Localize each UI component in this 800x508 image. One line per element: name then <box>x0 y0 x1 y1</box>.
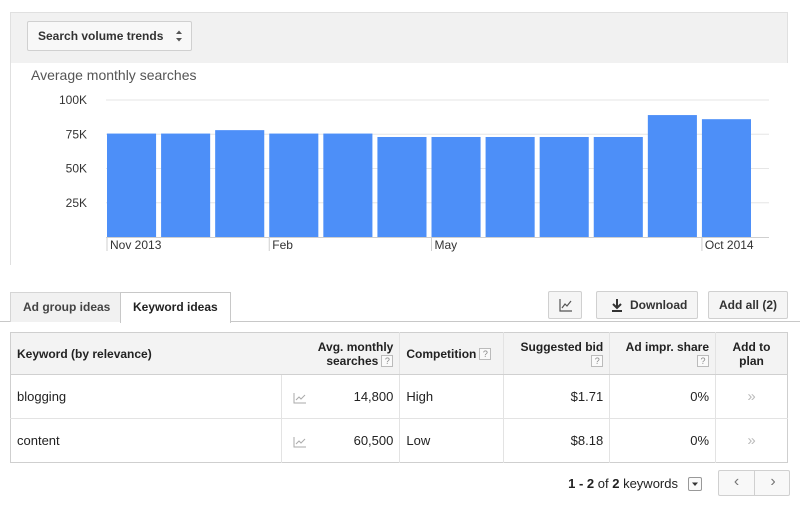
add-to-plan-button[interactable]: » <box>715 418 788 463</box>
chart-bar[interactable] <box>107 133 157 237</box>
tab-ad-group-ideas[interactable]: Ad group ideas <box>10 292 124 322</box>
chart-bar[interactable] <box>323 133 373 237</box>
trend-type-label: Search volume trends <box>38 29 164 43</box>
trend-sparkline-icon[interactable] <box>281 418 318 463</box>
keyword-table: Keyword (by relevance) Avg. monthly sear… <box>10 332 788 463</box>
chart-bar[interactable] <box>539 136 589 237</box>
table-row: content 60,500 Low $8.18 0% » <box>11 418 788 463</box>
trend-type-dropdown[interactable]: Search volume trends <box>27 21 193 51</box>
pagination-nav: ‹ › <box>718 470 790 496</box>
double-chevron-right-icon: » <box>747 432 756 449</box>
trends-panel: Search volume trends Average monthly sea… <box>10 12 789 266</box>
y-tick-label: 50K <box>66 162 87 176</box>
chart-canvas: 25K 50K 75K 100K Nov 2013 Feb May Oct 2014 <box>59 93 769 252</box>
tab-label: Ad group ideas <box>23 300 111 314</box>
download-icon <box>612 299 622 312</box>
x-tick-label: May <box>435 238 458 252</box>
avg-header-line1: Avg. monthly <box>317 339 394 354</box>
double-chevron-right-icon: » <box>747 388 756 405</box>
chart-bar[interactable] <box>269 133 319 237</box>
help-icon[interactable]: ? <box>697 355 710 368</box>
caret-down-icon <box>692 482 698 486</box>
add-all-button[interactable]: Add all (2) <box>708 291 788 319</box>
table-header-row: Keyword (by relevance) Avg. monthly sear… <box>10 332 788 375</box>
chevron-right-icon: › <box>770 473 776 490</box>
chart-bar[interactable] <box>647 115 697 237</box>
add-all-label: Add all (2) <box>718 298 777 312</box>
col-header-suggested-bid[interactable]: Suggested bid ? <box>503 332 610 375</box>
chart-bar[interactable] <box>431 136 481 237</box>
y-tick-label: 75K <box>66 127 87 141</box>
col-header-avg-monthly-searches[interactable]: Avg. monthly searches? <box>281 332 400 375</box>
next-page-button[interactable]: › <box>755 471 791 495</box>
col-header-ad-impr-share[interactable]: Ad impr. share ? <box>609 332 716 375</box>
x-tick-label: Feb <box>272 238 293 252</box>
help-icon[interactable]: ? <box>591 355 604 368</box>
chart-bar[interactable] <box>701 119 751 237</box>
x-tick-label: Nov 2013 <box>110 238 162 252</box>
pagination-summary: 1 - 2 of 2 keywords <box>568 476 678 491</box>
avg-searches-cell: 14,800 <box>317 374 400 419</box>
chart-bar[interactable] <box>215 130 265 237</box>
tab-keyword-ideas[interactable]: Keyword ideas <box>120 292 231 323</box>
col-header-competition[interactable]: Competition? <box>399 332 504 375</box>
y-tick-label: 100K <box>59 93 87 107</box>
avg-header-line2: searches <box>326 353 379 368</box>
y-tick-label: 25K <box>66 196 87 210</box>
chart-bar[interactable] <box>161 133 211 237</box>
bid-header-label: Suggested bid <box>520 339 604 354</box>
ad-impr-share-cell: 0% <box>609 418 716 463</box>
competition-cell: High <box>399 374 504 419</box>
tab-label: Keyword ideas <box>133 300 218 314</box>
sort-updown-icon <box>176 30 183 42</box>
keyword-cell[interactable]: content <box>11 419 282 463</box>
suggested-bid-cell: $1.71 <box>503 374 610 419</box>
help-icon[interactable]: ? <box>381 355 394 368</box>
table-row: blogging 14,800 High $1.71 0% » <box>10 374 788 419</box>
download-button[interactable]: Download <box>596 291 698 319</box>
trend-sparkline-icon[interactable] <box>281 374 318 419</box>
competition-cell: Low <box>399 418 504 463</box>
prev-page-button[interactable]: ‹ <box>719 471 755 495</box>
pagination: 1 - 2 of 2 keywords ‹ › <box>530 470 790 498</box>
chart-bar[interactable] <box>593 136 643 237</box>
download-label: Download <box>630 298 688 312</box>
rows-per-page-dropdown[interactable] <box>688 477 702 491</box>
chart-toggle-button[interactable] <box>548 291 582 319</box>
keyword-cell[interactable]: blogging <box>10 374 282 419</box>
chart-icon <box>559 299 572 312</box>
chart-bar[interactable] <box>485 136 535 237</box>
chart-bar[interactable] <box>377 136 427 237</box>
add-to-plan-button[interactable]: » <box>715 374 788 419</box>
help-icon[interactable]: ? <box>479 348 492 361</box>
trend-chart: Average monthly searches 25K 50K 75K 100K No… <box>11 63 789 266</box>
ad-impr-share-cell: 0% <box>609 374 716 419</box>
col-header-keyword[interactable]: Keyword (by relevance) <box>10 332 282 375</box>
x-tick-label: Oct 2014 <box>705 238 754 252</box>
chevron-left-icon: ‹ <box>733 473 740 490</box>
avg-searches-cell: 60,500 <box>353 433 394 448</box>
suggested-bid-cell: $8.18 <box>503 418 610 463</box>
share-header-label: Ad impr. share <box>625 339 710 354</box>
col-header-add-to-plan: Add to plan <box>715 332 788 375</box>
tabs-row: Ad group ideas Keyword ideas Download Ad… <box>0 290 800 323</box>
